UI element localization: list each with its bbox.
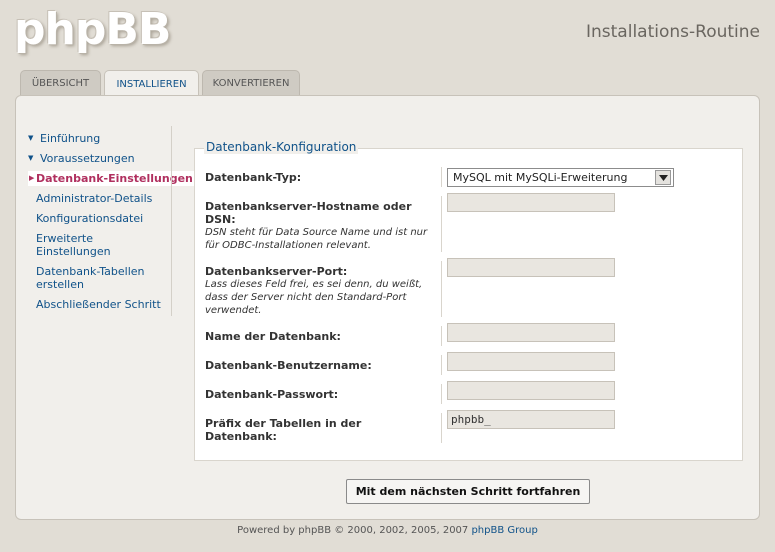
db-user-label: Datenbank-Benutzername: [205,359,372,372]
sidebar-menu: ▼ Einführung ▼ Voraussetzungen ▶ Datenba… [28,132,200,318]
row-divider [441,167,442,187]
continue-button[interactable]: Mit dem nächsten Schritt fortfahren [346,479,590,504]
footer-text: Powered by phpBB © 2000, 2002, 2005, 200… [237,525,472,536]
row-divider [441,413,442,443]
table-prefix-field[interactable]: phpbb_ [447,410,615,429]
row-divider [441,261,442,317]
tab-konvertieren[interactable]: KONVERTIEREN [202,70,300,96]
db-name-label: Name der Datenbank: [205,330,341,343]
db-type-selected: MySQL mit MySQLi-Erweiterung [453,171,628,184]
row-divider [441,384,442,404]
sidebar-item-administrator-details[interactable]: Administrator-Details [28,192,188,205]
db-type-label: Datenbank-Typ: [205,171,302,184]
db-port-field[interactable] [447,258,615,277]
db-name-field[interactable] [447,323,615,342]
sidebar-item-erweiterte-einstellungen[interactable]: Erweiterte Einstellungen [28,232,138,258]
db-port-help: Lass dieses Feld frei, es sei denn, du w… [205,279,423,316]
db-host-field[interactable] [447,193,615,212]
sidebar-item-label: Einführung [40,132,101,145]
db-host-label: Datenbankserver-Hostname oder DSN: DSN s… [205,200,435,252]
row-divider [441,326,442,346]
table-prefix-label: Präfix der Tabellen in der Datenbank: [205,417,362,443]
sidebar-item-datenbank-tabellen[interactable]: Datenbank-Tabellen erstellen [28,265,158,291]
sidebar-item-datenbank-einstellungen[interactable]: ▶ Datenbank-Einstellungen [28,171,200,186]
sidebar-item-label: Datenbank-Tabellen erstellen [36,265,145,291]
sidebar-divider [171,126,172,316]
footer-link-phpbb-group[interactable]: phpBB Group [471,525,537,536]
sidebar-item-voraussetzungen[interactable]: ▼ Voraussetzungen [28,152,188,165]
sidebar-item-label: Abschließender Schritt [36,298,161,311]
row-divider [441,196,442,252]
site-title: Installations-Routine [586,22,760,42]
tab-uebersicht[interactable]: ÜBERSICHT [20,70,101,96]
tab-installieren[interactable]: INSTALLIEREN [104,70,199,98]
chevron-down-icon [655,170,671,185]
db-host-help: DSN steht für Data Source Name und ist n… [205,227,428,251]
sidebar-item-konfigurationsdatei[interactable]: Konfigurationsdatei [28,212,188,225]
db-pass-field[interactable] [447,381,615,400]
db-port-label: Datenbankserver-Port: Lass dieses Feld f… [205,265,435,317]
db-config-fieldset: Datenbank-Typ: MySQL mit MySQLi-Erweiter… [194,148,743,461]
chevron-down-icon: ▼ [28,134,34,142]
db-pass-label: Datenbank-Passwort: [205,388,339,401]
fieldset-legend: Datenbank-Konfiguration [204,140,359,154]
db-port-label-text: Datenbankserver-Port: [205,265,348,278]
chevron-down-icon: ▼ [28,154,34,162]
chevron-right-icon: ▶ [29,174,35,182]
main-panel: ▼ Einführung ▼ Voraussetzungen ▶ Datenba… [15,95,760,520]
db-type-select[interactable]: MySQL mit MySQLi-Erweiterung [447,168,674,187]
footer: Powered by phpBB © 2000, 2002, 2005, 200… [0,525,775,536]
db-host-label-text: Datenbankserver-Hostname oder DSN: [205,200,412,226]
sidebar-item-label: Datenbank-Einstellungen [36,172,193,185]
sidebar-item-label: Erweiterte Einstellungen [36,232,111,258]
sidebar-item-label: Voraussetzungen [40,152,135,165]
db-user-field[interactable] [447,352,615,371]
sidebar-item-abschliessender-schritt[interactable]: Abschließender Schritt [28,298,188,311]
sidebar-item-label: Konfigurationsdatei [36,212,144,225]
sidebar-item-label: Administrator-Details [36,192,153,205]
row-divider [441,355,442,375]
sidebar-item-einfuehrung[interactable]: ▼ Einführung [28,132,188,145]
phpbb-logo: phpBB [14,4,171,55]
